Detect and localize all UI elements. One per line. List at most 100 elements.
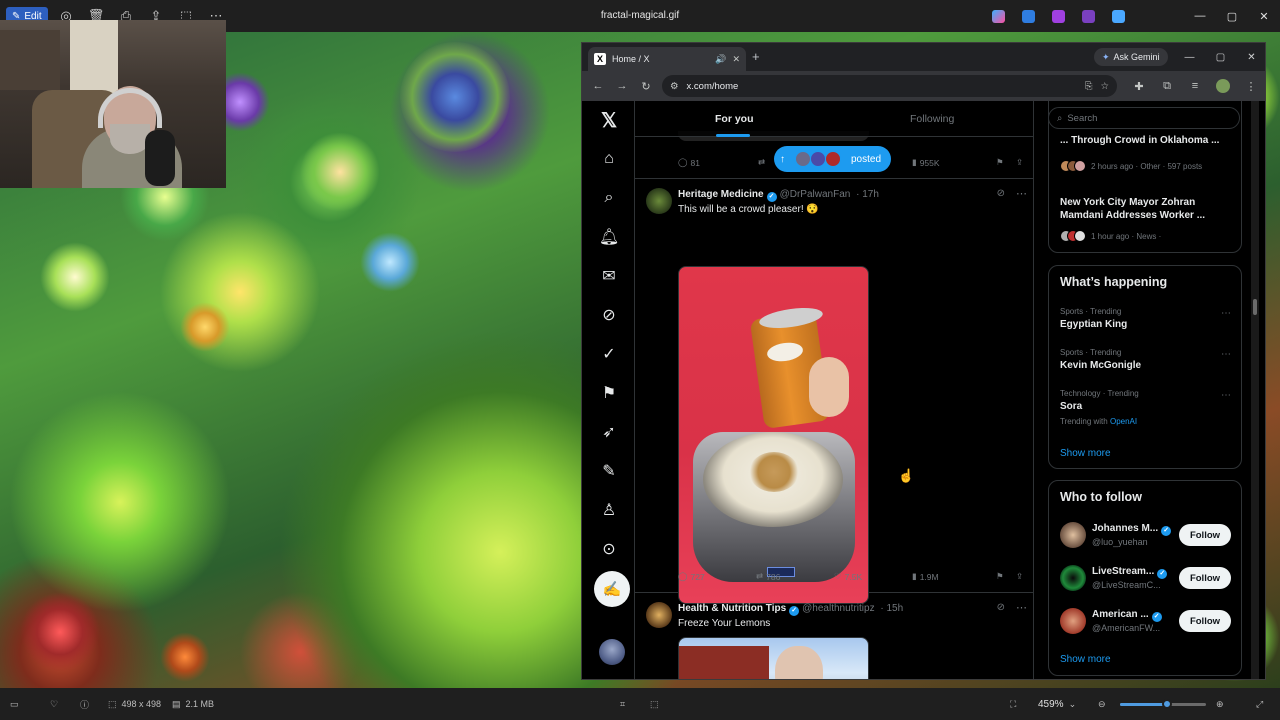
jobs-icon[interactable]: ➶ (598, 421, 620, 443)
verified-icon: ✓ (789, 606, 800, 616)
follow-button[interactable]: Follow (1179, 610, 1231, 632)
account-avatar[interactable] (599, 639, 625, 665)
suggestion-avatar[interactable] (1060, 565, 1086, 591)
browser-close-icon[interactable]: ✕ (1236, 43, 1265, 71)
search-input[interactable]: ⌕ Search (1048, 107, 1240, 129)
trend-more-icon[interactable]: ⋯ (1221, 349, 1231, 360)
premium-icon[interactable]: ✓ (598, 343, 620, 365)
news-item-title[interactable]: ... Through Crowd in Oklahoma ... (1060, 134, 1235, 147)
tweet-author[interactable]: Health & Nutrition Tips ✓ @healthnutritipz… (678, 603, 903, 616)
tweet-avatar[interactable] (646, 188, 672, 214)
info-icon[interactable]: ⓘ (80, 688, 89, 720)
reload-icon[interactable]: ↻ (634, 74, 658, 98)
tweet-more-icon[interactable]: ⋯ (1016, 601, 1027, 614)
site-info-icon[interactable]: ⚙ (670, 81, 679, 92)
forward-icon[interactable]: → (610, 74, 634, 98)
grok-icon[interactable]: ⊘ (598, 304, 620, 326)
show-more-link[interactable]: Show more (1060, 448, 1111, 459)
bookmark-action[interactable]: ⚑ (996, 571, 1004, 582)
extensions-icon[interactable]: ✚ (1127, 74, 1151, 98)
messages-icon[interactable]: ✉ (598, 265, 620, 287)
fit-window-icon[interactable]: ⛶ (1010, 688, 1016, 720)
new-posts-pill[interactable]: ↑ posted (774, 146, 892, 172)
new-tab-icon[interactable]: + (752, 49, 760, 64)
notifications-icon[interactable]: 🔔︎ (598, 226, 620, 248)
articles-icon[interactable]: ✎ (598, 460, 620, 482)
repost-action[interactable]: ⇄ (758, 157, 765, 168)
follow-button[interactable]: Follow (1179, 567, 1231, 589)
zoom-slider-thumb[interactable] (1162, 699, 1173, 709)
split-view-icon[interactable]: ⧉ (1155, 74, 1179, 98)
zoom-level[interactable]: 459% ⌄ (1038, 688, 1076, 720)
tab-for-you[interactable]: For you (715, 101, 754, 137)
tab-close-icon[interactable]: ✕ (732, 54, 740, 65)
zoom-out-icon[interactable]: ⊖ (1098, 688, 1106, 720)
page-scrollbar[interactable] (1251, 101, 1259, 679)
trend-extra-link[interactable]: OpenAI (1110, 417, 1137, 426)
close-icon[interactable]: ✕ (1248, 0, 1280, 32)
share-action[interactable]: ⇪ (1016, 157, 1023, 168)
designer-icon[interactable] (1016, 4, 1040, 28)
x-logo-icon[interactable]: 𝕏 (598, 109, 620, 132)
install-icon[interactable]: ⎘ (1085, 81, 1093, 92)
grok-explain-icon[interactable]: ⊘ (997, 602, 1005, 613)
tab-home-x[interactable]: X Home / X 🔊 ✕ (588, 47, 746, 71)
explore-icon[interactable]: ⌕ (598, 187, 620, 209)
suggestion-avatar[interactable] (1060, 608, 1086, 634)
tweet-health-nutrition[interactable]: Health & Nutrition Tips ✓ @healthnutritipz… (635, 593, 1033, 679)
bookmark-action[interactable]: ⚑ (996, 157, 1004, 168)
bookmark-star-icon[interactable]: ☆ (1100, 81, 1109, 92)
tweet-author[interactable]: Heritage Medicine ✓ @DrPalwanFan · 17h (678, 189, 879, 202)
browser-maximize-icon[interactable]: ▢ (1205, 43, 1236, 71)
menu-icon[interactable]: ⋮ (1239, 74, 1263, 98)
tweet-heritage-medicine[interactable]: Heritage Medicine ✓ @DrPalwanFan · 17h ⊘ ⋯… (635, 179, 1033, 604)
clipchamp-icon[interactable] (1046, 4, 1070, 28)
grok-explain-icon[interactable]: ⊘ (997, 188, 1005, 199)
tweet-image[interactable] (678, 637, 869, 679)
profile-nav-icon[interactable]: ♙ (598, 499, 620, 521)
maximize-icon[interactable]: ▢ (1216, 0, 1248, 32)
profile-icon[interactable] (1211, 74, 1235, 98)
tab-following[interactable]: Following (910, 101, 954, 137)
trend-more-icon[interactable]: ⋯ (1221, 390, 1231, 401)
more-nav-icon[interactable]: ⊙ (598, 538, 620, 560)
share-action[interactable]: ⇪ (1016, 571, 1023, 582)
editor-icon[interactable] (1076, 4, 1100, 28)
reply-action[interactable]: ◯ 81 (678, 157, 700, 168)
suggestion-avatar[interactable] (1060, 522, 1086, 548)
tweet-video[interactable] (678, 266, 869, 604)
browser-minimize-icon[interactable]: — (1174, 43, 1205, 71)
views-action[interactable]: ▮ 1.9M (912, 571, 939, 582)
reply-action[interactable]: ◯ 727 (678, 571, 705, 582)
filmstrip-icon[interactable]: ▭ (10, 688, 19, 720)
favorite-icon[interactable]: ♡ (50, 688, 58, 720)
reply-count: 727 (690, 571, 705, 582)
crop-icon[interactable]: ⌗ (620, 688, 625, 720)
tweet-more-icon[interactable]: ⋯ (1016, 187, 1027, 200)
views-action[interactable]: ▮ 955K (912, 157, 940, 168)
copilot-icon[interactable] (986, 4, 1010, 28)
audio-icon[interactable]: 🔊 (715, 54, 726, 65)
minimize-icon[interactable]: — (1184, 0, 1216, 32)
zoom-slider[interactable] (1120, 699, 1206, 709)
bookmarks-icon[interactable]: ⚑ (598, 382, 620, 404)
reading-list-icon[interactable]: ≡ (1183, 74, 1207, 98)
zoom-in-icon[interactable]: ⊕ (1216, 688, 1224, 720)
news-item-title[interactable]: New York City Mayor Zohran Mamdani Addre… (1060, 196, 1235, 222)
home-icon[interactable]: ⌂ (598, 148, 620, 170)
trend-more-icon[interactable]: ⋯ (1221, 308, 1231, 319)
repost-action[interactable]: ⇄ 786 (756, 571, 780, 582)
tweet-avatar[interactable] (646, 602, 672, 628)
select-icon[interactable]: ⬚ (650, 688, 659, 720)
show-more-link[interactable]: Show more (1060, 654, 1111, 665)
ask-gemini-button[interactable]: ✦ Ask Gemini (1094, 48, 1168, 66)
fullscreen-icon[interactable]: ⤢ (1256, 688, 1263, 720)
onedrive-icon[interactable] (1106, 4, 1130, 28)
scrollbar-thumb[interactable] (1253, 299, 1257, 315)
like-action[interactable]: ♡ 7.5K (834, 571, 862, 582)
address-bar[interactable]: ⚙ x.com/home ⎘ ☆ (662, 75, 1117, 97)
follow-button[interactable]: Follow (1179, 524, 1231, 546)
back-icon[interactable]: ← (586, 74, 610, 98)
author-handle: @healthnutritipz (802, 603, 875, 614)
post-button[interactable]: ✍ (594, 571, 630, 607)
